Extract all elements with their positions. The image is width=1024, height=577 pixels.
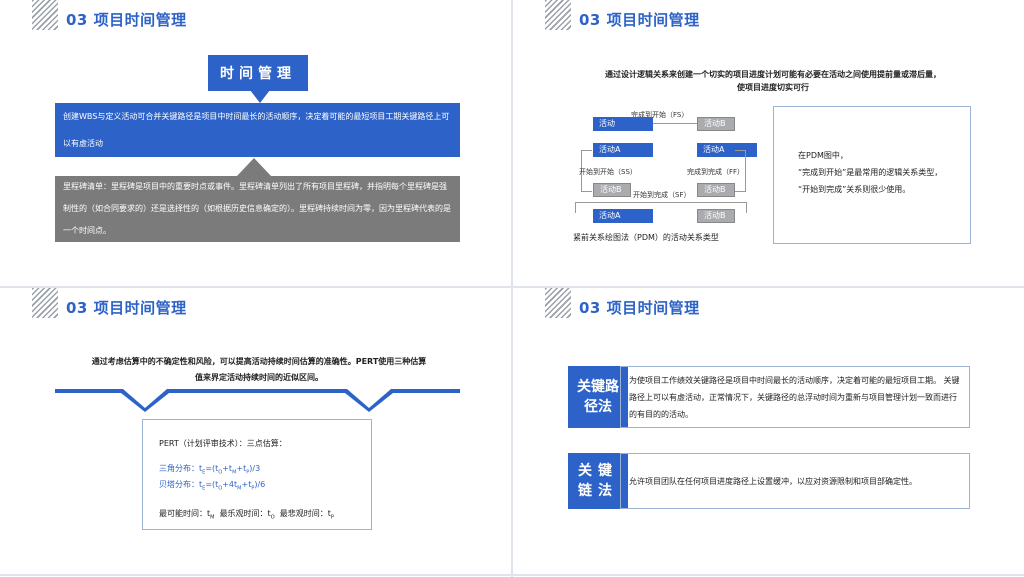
pert-box: PERT（计划评审技术）：三点估算： 三角分布：tE=(tO+tM+tP)/3 … bbox=[142, 419, 372, 530]
hatch-decoration bbox=[32, 288, 58, 318]
pdm-note-line1: 在PDM图中， bbox=[798, 151, 848, 160]
critical-chain-desc: 允许项目团队在任何项目进度路径上设置缓冲，以应对资源限制和项目部确定性。 bbox=[620, 453, 970, 509]
pointer-arrow-gray bbox=[237, 158, 271, 176]
node-activity-b: 活动B bbox=[593, 183, 631, 197]
slide-title: 03 项目时间管理 bbox=[579, 299, 700, 317]
critical-path-tag: 关键路径法 bbox=[568, 366, 628, 428]
beta-distribution: 贝塔分布：tE=(tO+4tM+tP)/6 bbox=[159, 479, 371, 495]
milestone-paragraph: 里程碑清单：里程碑是项目中的重要时点或事件。里程碑清单列出了所有项目里程碑，并指… bbox=[55, 176, 460, 242]
node-activity-a: 活动A bbox=[593, 209, 653, 223]
label-sf: 开始到完成（SF） bbox=[633, 191, 691, 199]
slide-title: 03 项目时间管理 bbox=[579, 11, 700, 29]
slide-critical-path[interactable]: 03 项目时间管理 关键路径法 为使项目工作绩效关键路径是项目中时间最长的活动顺… bbox=[513, 288, 1024, 574]
slide-title: 03 项目时间管理 bbox=[66, 299, 187, 317]
pdm-note-line2: “完成到开始”是最常用的逻辑关系类型， bbox=[798, 168, 943, 177]
triangle-label: 三角分布： bbox=[159, 464, 199, 473]
slide-pert[interactable]: 03 项目时间管理 通过考虑估算中的不确定性和风险，可以提高活动持续时间估算的准… bbox=[0, 288, 511, 574]
pert-title: PERT（计划评审技术）：三点估算： bbox=[159, 439, 287, 448]
pdm-caption: 紧前关系绘图法（PDM）的活动关系类型 bbox=[573, 233, 719, 242]
pert-header-line2: 值来界定活动持续时间的近似区间。 bbox=[195, 373, 323, 382]
pdm-header-line1: 通过设计逻辑关系来创建一个切实的项目进度计划可能有必要在活动之间使用提前量或滞后… bbox=[605, 70, 941, 79]
node-activity-b: 活动B bbox=[697, 209, 735, 223]
slide-pdm[interactable]: 03 项目时间管理 通过设计逻辑关系来创建一个切实的项目进度计划可能有必要在活动… bbox=[513, 0, 1024, 286]
node-activity-b: 活动B bbox=[697, 117, 735, 131]
pdm-note-line3: “开始到完成”关系则很少使用。 bbox=[798, 185, 911, 194]
pointer-arrow bbox=[250, 90, 270, 103]
time-management-heading: 时间管理 bbox=[208, 55, 308, 91]
triangle-formula: tE=(tO+tM+tP)/3 bbox=[199, 464, 261, 476]
hatch-decoration bbox=[545, 288, 571, 318]
wave-banner bbox=[55, 389, 460, 412]
hatch-decoration bbox=[32, 0, 58, 30]
optimistic-time: 最乐观时间：tO bbox=[219, 509, 275, 521]
triangle-distribution: 三角分布：tE=(tO+tM+tP)/3 bbox=[159, 463, 371, 479]
most-likely-time: 最可能时间：tM bbox=[159, 509, 215, 521]
slide-time-management[interactable]: 03 项目时间管理 时间管理 创建WBS与定义活动可合并关键路径是项目中时间最长… bbox=[0, 0, 511, 286]
pdm-note-box: 在PDM图中， “完成到开始”是最常用的逻辑关系类型， “开始到完成”关系则很少… bbox=[773, 106, 971, 244]
label-ss: 开始到开始（SS） bbox=[579, 168, 637, 176]
critical-chain-tag: 关键链法 bbox=[568, 453, 628, 509]
pdm-header: 通过设计逻辑关系来创建一个切实的项目进度计划可能有必要在活动之间使用提前量或滞后… bbox=[553, 68, 993, 94]
node-activity-a: 活动A bbox=[593, 143, 653, 157]
wbs-paragraph: 创建WBS与定义活动可合并关键路径是项目中时间最长的活动顺序，决定着可能的最短项… bbox=[55, 103, 460, 157]
node-activity: 活动 bbox=[593, 117, 653, 131]
node-activity-b: 活动B bbox=[697, 183, 735, 197]
label-ff: 完成到完成（FF） bbox=[687, 168, 745, 176]
pessimistic-time: 最悲观时间：tP bbox=[279, 509, 334, 521]
pert-header: 通过考虑估算中的不确定性和风险，可以提高活动持续时间估算的准确性。PERT使用三… bbox=[50, 354, 468, 386]
pdm-header-line2: 使项目进度切实可行 bbox=[737, 83, 809, 92]
slide-title: 03 项目时间管理 bbox=[66, 11, 187, 29]
connector-line bbox=[653, 123, 697, 124]
hatch-decoration bbox=[545, 0, 571, 30]
beta-label: 贝塔分布： bbox=[159, 479, 199, 489]
node-activity-a: 活动A bbox=[697, 143, 757, 157]
beta-formula: tE=(tO+4tM+tP)/6 bbox=[199, 479, 266, 492]
time-estimates: 最可能时间：tM 最乐观时间：tO 最悲观时间：tP bbox=[159, 508, 371, 521]
critical-path-desc: 为使项目工作绩效关键路径是项目中时间最长的活动顺序，决定着可能的最短项目工期。 … bbox=[620, 366, 970, 428]
pert-header-line1: 通过考虑估算中的不确定性和风险，可以提高活动持续时间估算的准确性。PERT使用三… bbox=[91, 357, 427, 366]
